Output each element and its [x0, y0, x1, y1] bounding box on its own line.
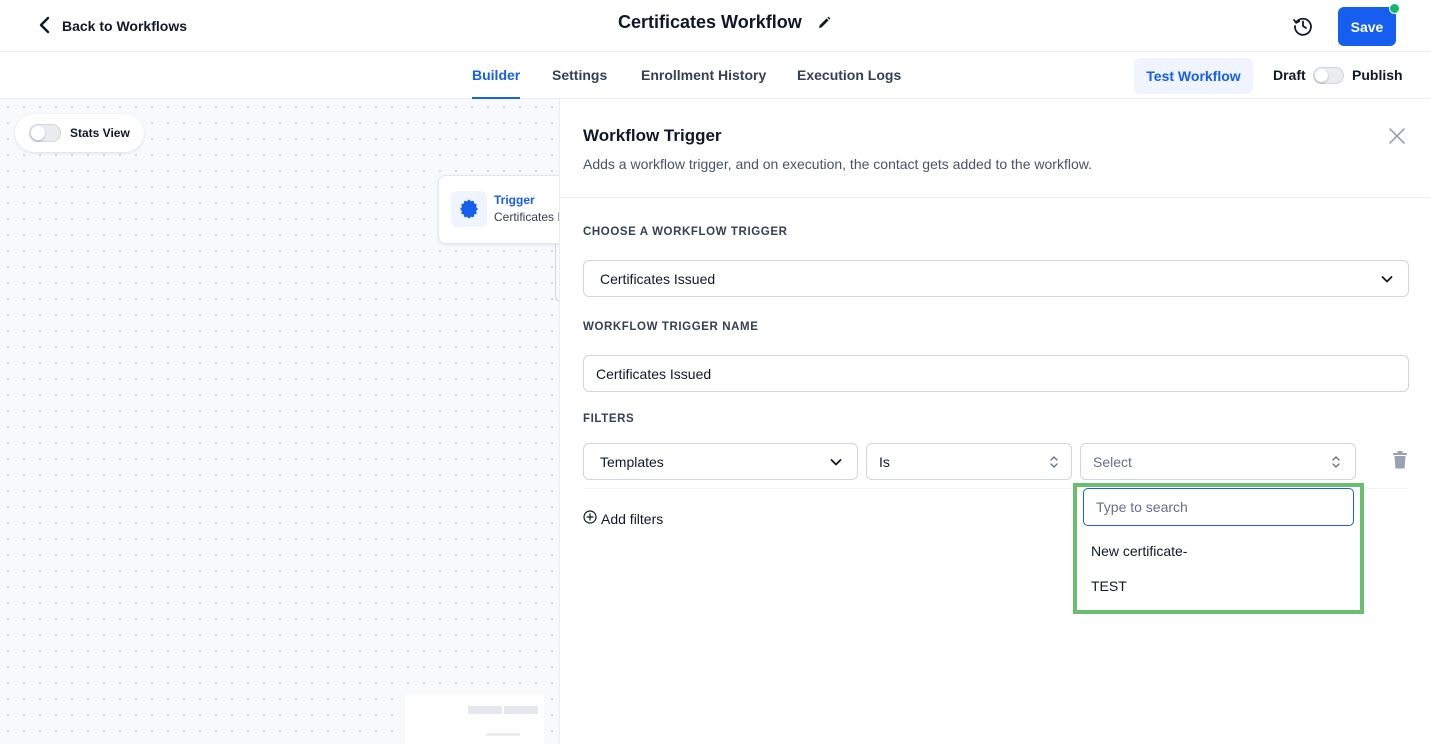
trigger-settings-panel: Workflow Trigger Adds a workflow trigger…: [559, 99, 1431, 744]
pencil-icon[interactable]: [816, 15, 832, 31]
tab-bar: Builder Settings Enrollment History Exec…: [0, 52, 1431, 99]
add-filters-label: Add filters: [601, 510, 664, 527]
trigger-node-subtitle: Certificates Issued: [494, 210, 559, 224]
chevron-left-icon: [38, 15, 52, 38]
top-header: Back to Workflows Certificates Workflow …: [0, 0, 1431, 52]
dropdown-option[interactable]: New certificate-: [1091, 543, 1187, 559]
filter-value-placeholder: Select: [1093, 454, 1132, 470]
minimap-node: [468, 706, 502, 714]
workflow-canvas[interactable]: Stats View Trigger Certificates Issued: [0, 99, 559, 744]
test-workflow-button[interactable]: Test Workflow: [1134, 58, 1253, 94]
minimap-node: [486, 733, 520, 736]
toggle-knob: [1315, 69, 1328, 82]
trigger-name-label: WORKFLOW TRIGGER NAME: [583, 321, 759, 333]
unsaved-status-dot: [1389, 3, 1400, 14]
filter-field-select[interactable]: Templates: [583, 443, 858, 480]
workflow-title-group: Certificates Workflow: [618, 12, 832, 33]
filter-operator-select[interactable]: Is: [866, 443, 1072, 480]
trigger-node-title: Trigger: [494, 193, 535, 207]
history-icon[interactable]: [1292, 15, 1314, 37]
canvas-minimap[interactable]: [405, 694, 544, 744]
choose-trigger-label: CHOOSE A WORKFLOW TRIGGER: [583, 226, 788, 238]
filter-value-select[interactable]: Select: [1080, 443, 1356, 480]
trigger-type-select[interactable]: Certificates Issued: [583, 260, 1409, 297]
filter-operator-value: Is: [879, 454, 890, 470]
filter-value-dropdown: New certificate- TEST: [1073, 483, 1364, 614]
filters-label: FILTERS: [583, 413, 635, 425]
minimap-node: [504, 706, 538, 714]
publish-toggle[interactable]: [1313, 67, 1344, 84]
panel-title: Workflow Trigger: [583, 126, 722, 145]
dropdown-option[interactable]: TEST: [1091, 578, 1127, 594]
panel-header: Workflow Trigger Adds a workflow trigger…: [560, 99, 1431, 198]
stats-view-label: Stats View: [70, 126, 130, 140]
draft-label: Draft: [1273, 67, 1306, 83]
trigger-name-input[interactable]: [583, 355, 1409, 392]
back-label: Back to Workflows: [62, 18, 187, 34]
tab-execution-logs[interactable]: Execution Logs: [797, 52, 901, 99]
sort-arrows-icon: [1047, 455, 1061, 469]
trash-icon[interactable]: [1391, 450, 1409, 470]
sort-arrows-icon: [1329, 455, 1343, 469]
trigger-type-value: Certificates Issued: [600, 271, 716, 287]
back-to-workflows-link[interactable]: Back to Workflows: [38, 14, 187, 38]
close-icon[interactable]: [1388, 127, 1406, 145]
chevron-down-icon: [829, 455, 843, 469]
chevron-down-icon: [1380, 272, 1394, 286]
add-filters-button[interactable]: Add filters: [583, 510, 663, 527]
stats-view-control: Stats View: [15, 114, 144, 152]
filter-field-value: Templates: [600, 454, 664, 470]
stats-view-toggle[interactable]: [29, 124, 61, 142]
plus-circle-icon: [583, 510, 597, 527]
tab-builder[interactable]: Builder: [472, 52, 521, 99]
toggle-knob: [31, 126, 45, 140]
save-button[interactable]: Save: [1338, 7, 1396, 46]
workflow-title: Certificates Workflow: [618, 12, 802, 32]
certificate-badge-icon: [451, 191, 487, 227]
panel-description: Adds a workflow trigger, and on executio…: [583, 156, 1092, 172]
dropdown-search-input[interactable]: [1083, 488, 1354, 526]
trigger-node[interactable]: Trigger Certificates Issued: [438, 175, 559, 244]
publish-label: Publish: [1352, 67, 1403, 83]
tab-enrollment-history[interactable]: Enrollment History: [641, 52, 766, 99]
tab-settings[interactable]: Settings: [552, 52, 607, 99]
